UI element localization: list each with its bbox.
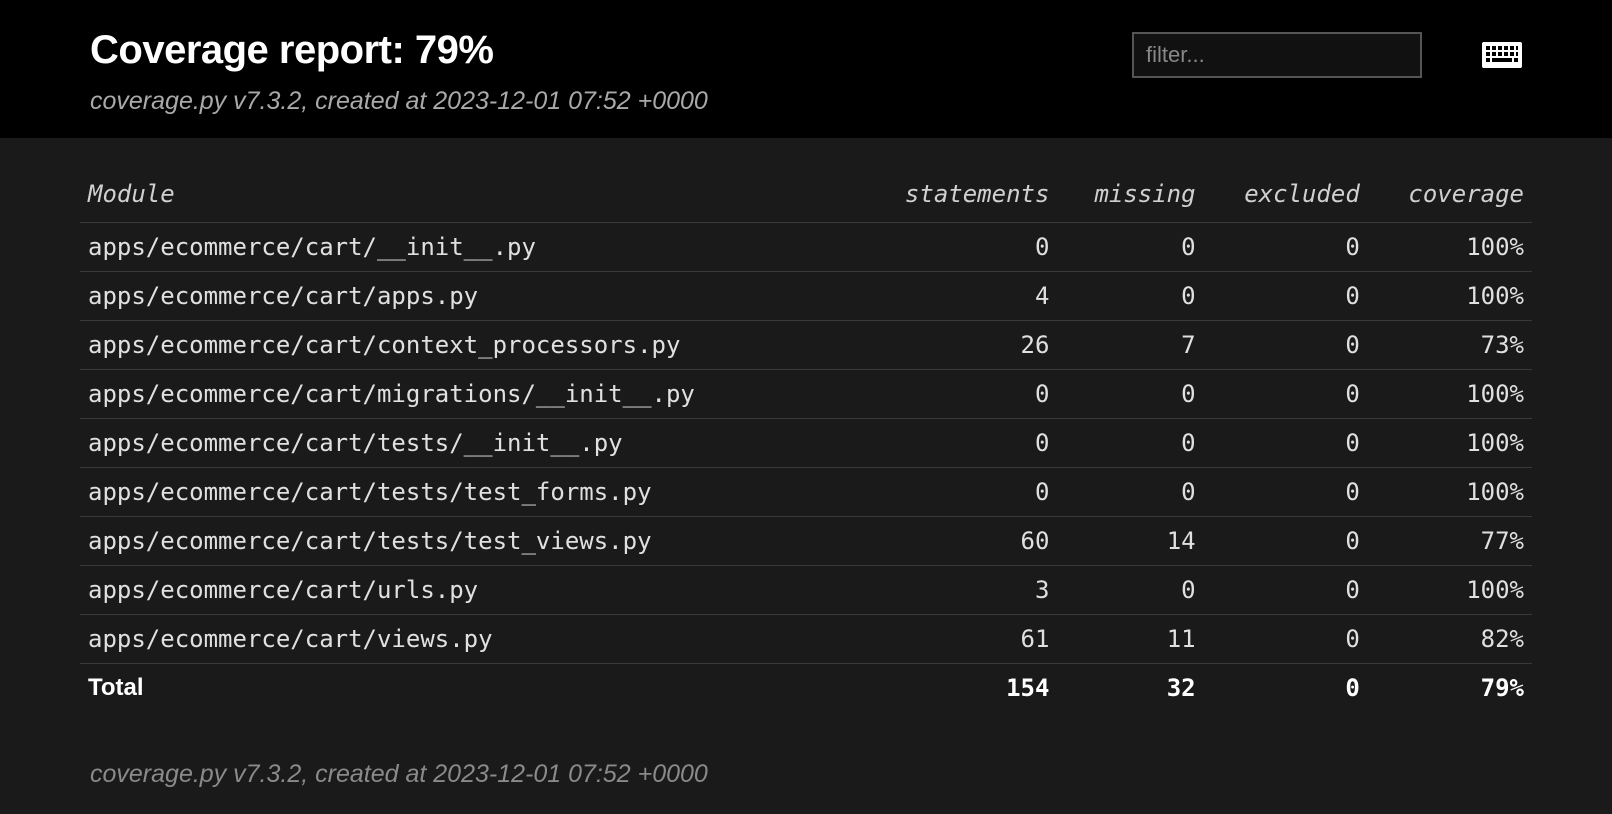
cell-excluded: 0 — [1204, 615, 1368, 664]
module-link[interactable]: apps/ecommerce/cart/urls.py — [88, 576, 478, 604]
cell-coverage: 82% — [1368, 615, 1532, 664]
footer-note: coverage.py v7.3.2, created at 2023-12-0… — [80, 760, 1532, 789]
cell-statements: 4 — [857, 272, 1057, 321]
cell-coverage: 73% — [1368, 321, 1532, 370]
coverage-table: Module statements missing excluded cover… — [80, 170, 1532, 712]
cell-missing: 0 — [1057, 566, 1203, 615]
cell-statements: 0 — [857, 468, 1057, 517]
col-missing[interactable]: missing — [1057, 170, 1203, 223]
cell-missing: 0 — [1057, 223, 1203, 272]
cell-module: apps/ecommerce/cart/migrations/__init__.… — [80, 370, 857, 419]
total-coverage: 79% — [1368, 664, 1532, 713]
col-statements[interactable]: statements — [857, 170, 1057, 223]
cell-excluded: 0 — [1204, 468, 1368, 517]
cell-module: apps/ecommerce/cart/context_processors.p… — [80, 321, 857, 370]
cell-coverage: 100% — [1368, 223, 1532, 272]
report-header: Coverage report: 79% coverage.py v7.3.2,… — [0, 0, 1612, 138]
cell-statements: 61 — [857, 615, 1057, 664]
table-row: apps/ecommerce/cart/views.py 6111082% — [80, 615, 1532, 664]
cell-statements: 60 — [857, 517, 1057, 566]
page-title: Coverage report: 79% — [90, 28, 708, 73]
module-link[interactable]: apps/ecommerce/cart/views.py — [88, 625, 493, 653]
table-row: apps/ecommerce/cart/tests/__init__.py000… — [80, 419, 1532, 468]
col-coverage[interactable]: coverage — [1368, 170, 1532, 223]
cell-statements: 0 — [857, 370, 1057, 419]
table-row: apps/ecommerce/cart/apps.py400100% — [80, 272, 1532, 321]
cell-coverage: 100% — [1368, 468, 1532, 517]
table-row: apps/ecommerce/cart/tests/test_forms.py 0… — [80, 468, 1532, 517]
cell-module: apps/ecommerce/cart/tests/test_forms.py — [80, 468, 857, 517]
cell-missing: 11 — [1057, 615, 1203, 664]
cell-module: apps/ecommerce/cart/apps.py — [80, 272, 857, 321]
total-statements: 154 — [857, 664, 1057, 713]
cell-coverage: 100% — [1368, 419, 1532, 468]
cell-excluded: 0 — [1204, 321, 1368, 370]
cell-missing: 7 — [1057, 321, 1203, 370]
cell-coverage: 100% — [1368, 566, 1532, 615]
module-link[interactable]: apps/ecommerce/cart/migrations/__init__.… — [88, 380, 695, 408]
cell-statements: 0 — [857, 223, 1057, 272]
header-tools — [1132, 32, 1522, 78]
module-link[interactable]: apps/ecommerce/cart/context_processors.p… — [88, 331, 680, 359]
table-row: apps/ecommerce/cart/tests/test_views.py 6… — [80, 517, 1532, 566]
table-row: apps/ecommerce/cart/migrations/__init__.… — [80, 370, 1532, 419]
cell-coverage: 100% — [1368, 272, 1532, 321]
cell-statements: 0 — [857, 419, 1057, 468]
module-link[interactable]: apps/ecommerce/cart/tests/__init__.py — [88, 429, 623, 457]
table-row: apps/ecommerce/cart/urls.py300100% — [80, 566, 1532, 615]
cell-excluded: 0 — [1204, 517, 1368, 566]
cell-coverage: 77% — [1368, 517, 1532, 566]
cell-excluded: 0 — [1204, 419, 1368, 468]
cell-statements: 3 — [857, 566, 1057, 615]
col-excluded[interactable]: excluded — [1204, 170, 1368, 223]
cell-missing: 0 — [1057, 468, 1203, 517]
cell-statements: 26 — [857, 321, 1057, 370]
cell-missing: 0 — [1057, 370, 1203, 419]
filter-input[interactable] — [1132, 32, 1422, 78]
cell-module: apps/ecommerce/cart/__init__.py — [80, 223, 857, 272]
header-subtitle: coverage.py v7.3.2, created at 2023-12-0… — [90, 87, 708, 116]
table-row: apps/ecommerce/cart/context_processors.p… — [80, 321, 1532, 370]
module-link[interactable]: apps/ecommerce/cart/tests/test_views.py — [88, 527, 652, 555]
cell-coverage: 100% — [1368, 370, 1532, 419]
cell-missing: 0 — [1057, 419, 1203, 468]
module-link[interactable]: apps/ecommerce/cart/tests/test_forms.py — [88, 478, 652, 506]
table-header-row: Module statements missing excluded cover… — [80, 170, 1532, 223]
cell-missing: 14 — [1057, 517, 1203, 566]
total-excluded: 0 — [1204, 664, 1368, 713]
cell-excluded: 0 — [1204, 272, 1368, 321]
module-link[interactable]: apps/ecommerce/cart/apps.py — [88, 282, 478, 310]
table-total-row: Total15432079% — [80, 664, 1532, 713]
cell-module: apps/ecommerce/cart/views.py — [80, 615, 857, 664]
cell-module: apps/ecommerce/cart/urls.py — [80, 566, 857, 615]
cell-excluded: 0 — [1204, 566, 1368, 615]
col-module[interactable]: Module — [80, 170, 857, 223]
keyboard-icon[interactable] — [1482, 42, 1522, 68]
cell-excluded: 0 — [1204, 370, 1368, 419]
total-label: Total — [80, 664, 857, 713]
total-missing: 32 — [1057, 664, 1203, 713]
table-row: apps/ecommerce/cart/__init__.py000100% — [80, 223, 1532, 272]
cell-module: apps/ecommerce/cart/tests/test_views.py — [80, 517, 857, 566]
cell-missing: 0 — [1057, 272, 1203, 321]
cell-excluded: 0 — [1204, 223, 1368, 272]
cell-module: apps/ecommerce/cart/tests/__init__.py — [80, 419, 857, 468]
module-link[interactable]: apps/ecommerce/cart/__init__.py — [88, 233, 536, 261]
